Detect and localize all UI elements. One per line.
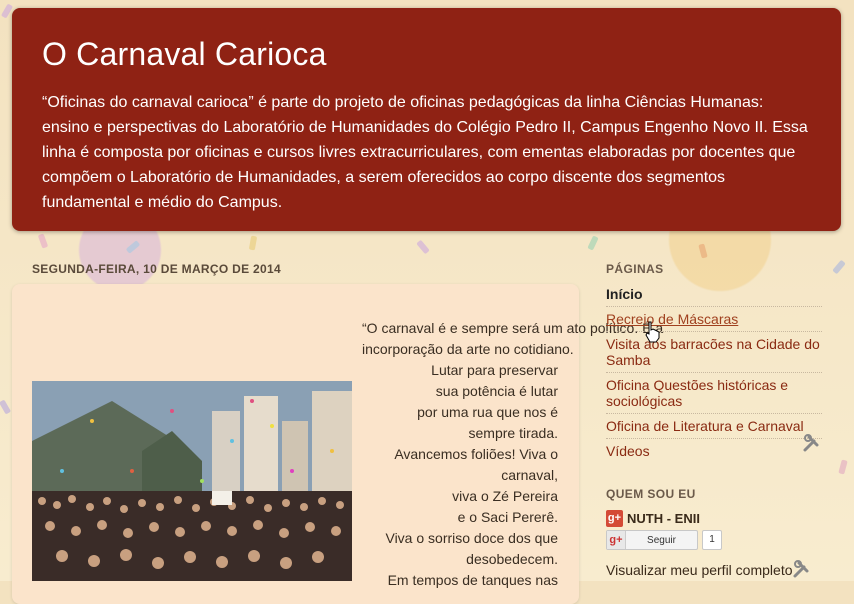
pages-list: Início Recreio de Máscaras Visita aos ba… [606, 286, 822, 467]
follower-count: 1 [702, 530, 722, 550]
poem-line: incorporação da arte no cotidiano. [362, 341, 574, 357]
poem-line: e o Saci Pererê. [457, 509, 558, 525]
poem-line: Viva o sorriso doce dos que [385, 530, 558, 546]
poem-line: Avancemos foliões! Viva o [394, 446, 558, 462]
confetti-decoration [0, 399, 12, 415]
profile-name[interactable]: NUTH - ENII [627, 511, 700, 526]
view-profile-link[interactable]: Visualizar meu perfil completo [606, 562, 793, 578]
poem-line: Lutar para preservar [431, 362, 558, 378]
page-link-visita-barracoes[interactable]: Visita aos barracões na Cidade do Samba [606, 336, 822, 373]
poem-line: sua potência é lutar [435, 383, 558, 399]
confetti-decoration [37, 233, 49, 249]
hand-cursor-icon [645, 321, 660, 343]
follow-button[interactable]: g+ Seguir [606, 530, 698, 550]
poem-line: sempre tirada. [468, 425, 558, 441]
poem-line: carnaval, [501, 467, 558, 483]
pages-widget-title: PÁGINAS [606, 262, 664, 276]
confetti-decoration [125, 240, 141, 254]
page-link-videos[interactable]: Vídeos [606, 443, 822, 463]
confetti-decoration [832, 259, 846, 275]
post-body: “O carnaval é e sempre será um ato polít… [12, 284, 664, 604]
poem-line: “O carnaval é e sempre será um ato polít… [362, 320, 664, 336]
poem-line: viva o Zé Pereira [452, 488, 558, 504]
profile-name-row[interactable]: g+ NUTH - ENII [606, 510, 700, 527]
carnival-crowd-illustration [32, 381, 352, 581]
page-link-oficina-literatura[interactable]: Oficina de Literatura e Carnaval [606, 418, 822, 439]
page-link-inicio[interactable]: Início [606, 286, 822, 307]
blog-header: O Carnaval Carioca “Oficinas do carnaval… [12, 8, 841, 231]
confetti-decoration [248, 235, 258, 251]
google-plus-icon: g+ [607, 531, 626, 549]
carnival-crowd-photo[interactable] [32, 381, 352, 581]
blog-title[interactable]: O Carnaval Carioca [42, 36, 327, 73]
confetti-decoration [416, 239, 430, 255]
post-poem: “O carnaval é e sempre será um ato polít… [362, 318, 664, 591]
google-plus-icon: g+ [606, 510, 623, 527]
about-widget-title: QUEM SOU EU [606, 487, 696, 501]
edit-widget-icon[interactable] [802, 434, 822, 454]
confetti-decoration [698, 243, 708, 259]
poem-line: por uma rua que nos é [417, 404, 558, 420]
page-link-oficina-questoes[interactable]: Oficina Questões históricas e sociológic… [606, 377, 822, 414]
post-date: SEGUNDA-FEIRA, 10 DE MARÇO DE 2014 [32, 262, 281, 276]
poem-line: desobedecem. [466, 551, 558, 567]
confetti-decoration [838, 459, 848, 475]
follow-label: Seguir [647, 534, 676, 546]
blog-description: “Oficinas do carnaval carioca” é parte d… [42, 94, 808, 211]
page-link-recreio-de-mascaras[interactable]: Recreio de Máscaras [606, 311, 822, 332]
edit-widget-icon[interactable] [792, 560, 812, 580]
confetti-decoration [587, 235, 599, 251]
